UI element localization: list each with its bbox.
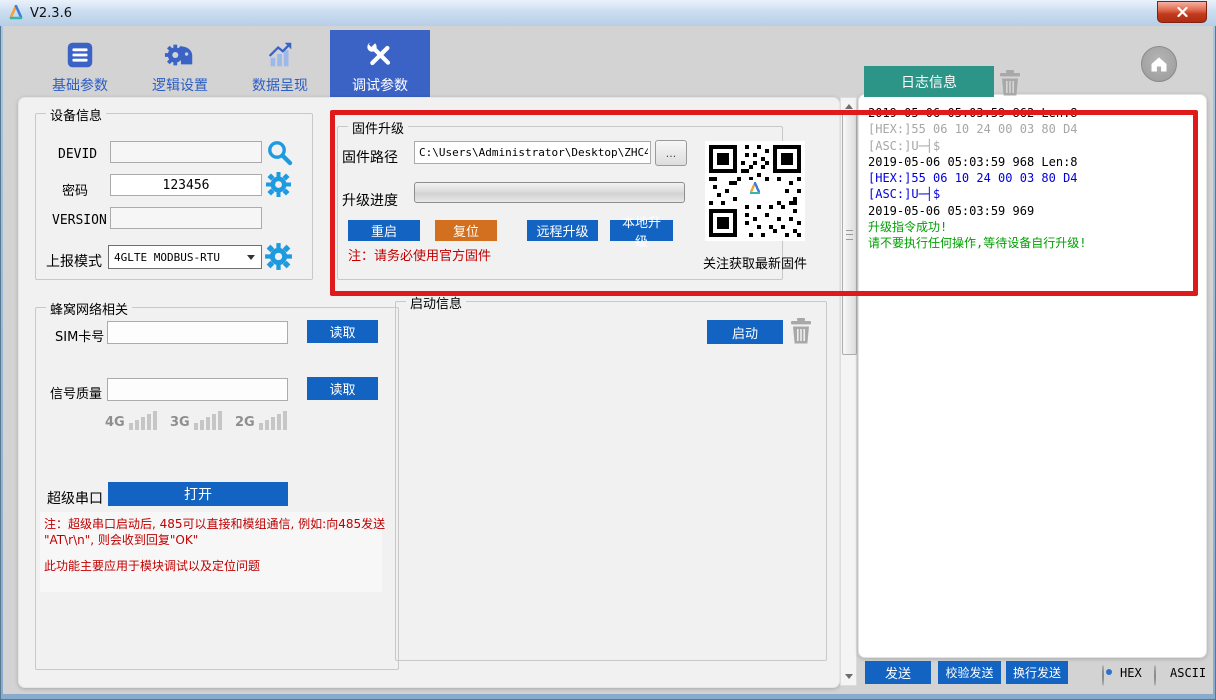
band-label: 2G: [235, 415, 255, 430]
qr-code: [705, 141, 805, 241]
gear-icon[interactable]: [264, 242, 293, 271]
gear-icon[interactable]: [265, 171, 292, 198]
firmware-note: 注：请务必使用官方固件: [348, 249, 491, 265]
signal-band-3g: 3G: [170, 410, 222, 430]
checksum-send-button[interactable]: 校验发送: [938, 661, 1001, 684]
scroll-down-arrow-icon[interactable]: [845, 674, 853, 679]
hex-radio[interactable]: [1102, 665, 1104, 686]
signal-band-4g: 4G: [105, 410, 157, 430]
home-icon: [1149, 54, 1169, 74]
report-mode-select[interactable]: 4GLTE MODBUS-RTU: [108, 245, 262, 269]
log-line: [HEX:]55 06 10 24 00 03 80 D4: [868, 170, 1193, 186]
tab-label: 数据呈现: [252, 75, 308, 95]
tab-basic-params[interactable]: 基础参数: [30, 30, 130, 99]
qr-caption: 关注获取最新固件: [703, 253, 807, 272]
remote-upgrade-button[interactable]: 远程升级: [527, 220, 598, 241]
log-line: 2019-05-06 05:03:59 968 Len:8: [868, 154, 1193, 170]
band-label: 4G: [105, 415, 125, 430]
sim-label: SIM卡号: [55, 326, 104, 345]
tab-label: 逻辑设置: [152, 75, 208, 95]
cellular-title: 蜂窝网络相关: [46, 299, 132, 318]
signal-band-2g: 2G: [235, 410, 287, 430]
start-button[interactable]: 启动: [707, 320, 783, 344]
signal-bars-icon: [194, 410, 222, 430]
tab-debug-params[interactable]: 调试参数: [330, 30, 430, 99]
upgrade-progress-label: 升级进度: [342, 190, 398, 210]
device-info-title: 设备信息: [46, 105, 106, 124]
log-line: 升级指令成功!: [868, 219, 1193, 235]
reset-button[interactable]: 复位: [435, 220, 497, 241]
tab-label: 调试参数: [352, 75, 408, 95]
tab-logic-settings[interactable]: 逻辑设置: [130, 30, 230, 99]
log-output[interactable]: 2019-05-06 05:03:59 862 Len:8 [HEX:]55 0…: [868, 105, 1193, 252]
hex-radio-label: HEX: [1120, 666, 1142, 680]
read-sim-button[interactable]: 读取: [307, 320, 378, 343]
tools-icon: [364, 37, 396, 73]
chart-icon: [264, 37, 296, 73]
log-info-button[interactable]: 日志信息: [864, 66, 994, 97]
log-line: 请不要执行任何操作,等待设备自行升级!: [868, 235, 1193, 251]
restart-button[interactable]: 重启: [348, 220, 420, 241]
serial-note-line1: 注：超级串口启动后, 485可以直接和模组通信, 例如:向485发送: [44, 516, 385, 532]
read-signal-button[interactable]: 读取: [307, 377, 378, 400]
band-label: 3G: [170, 415, 190, 430]
tab-label: 基础参数: [52, 75, 108, 95]
search-icon[interactable]: [265, 138, 294, 167]
devid-field[interactable]: [110, 141, 262, 163]
sim-field[interactable]: [107, 321, 288, 344]
home-button[interactable]: [1141, 46, 1177, 82]
serial-note-line3: 此功能主要应用于模块调试以及定位问题: [44, 558, 260, 574]
serial-note-line2: "AT\r\n", 则会收到回复"OK": [44, 532, 198, 548]
password-field[interactable]: [110, 174, 262, 196]
scrollbar-thumb[interactable]: [842, 113, 857, 355]
ascii-radio[interactable]: [1154, 665, 1156, 686]
close-button[interactable]: [1157, 1, 1207, 23]
scroll-up-arrow-icon[interactable]: [845, 104, 853, 109]
startup-title: 启动信息: [406, 293, 466, 312]
signal-quality-label: 信号质量: [50, 383, 102, 402]
scrollbar-grip: [846, 230, 853, 240]
app-logo-icon: [8, 5, 24, 21]
chevron-down-icon: [247, 255, 255, 260]
signal-bars-icon: [129, 410, 157, 430]
trash-icon[interactable]: [999, 70, 1021, 96]
content-scrollbar[interactable]: [840, 97, 857, 686]
trash-icon[interactable]: [790, 318, 812, 344]
gear-head-icon: [164, 37, 196, 73]
devid-label: DEVID: [58, 147, 97, 162]
version-label: VERSION: [52, 213, 107, 228]
upgrade-progress-bar: [414, 182, 685, 203]
close-icon: [1177, 7, 1188, 17]
send-button[interactable]: 发送: [865, 661, 931, 684]
super-serial-label: 超级串口: [47, 488, 103, 508]
tab-data-display[interactable]: 数据呈现: [230, 30, 330, 99]
signal-quality-field[interactable]: [107, 378, 288, 401]
list-icon: [64, 37, 96, 73]
title-bar: V2.3.6: [0, 0, 1216, 26]
firmware-title: 固件升级: [348, 118, 408, 137]
firmware-path-label: 固件路径: [342, 147, 398, 167]
version-field[interactable]: [110, 207, 262, 229]
log-line: [HEX:]55 06 10 24 00 03 80 D4: [868, 121, 1193, 137]
browse-button[interactable]: ...: [655, 140, 687, 166]
log-line: 2019-05-06 05:03:59 969: [868, 203, 1193, 219]
ascii-radio-label: ASCII: [1170, 666, 1206, 680]
window-title: V2.3.6: [30, 6, 72, 21]
log-line: [ASC:]U─┤$: [868, 186, 1193, 202]
open-serial-button[interactable]: 打开: [108, 482, 288, 506]
log-line: 2019-05-06 05:03:59 862 Len:8: [868, 105, 1193, 121]
report-mode-label: 上报模式: [46, 251, 102, 271]
report-mode-value: 4GLTE MODBUS-RTU: [109, 251, 220, 264]
local-upgrade-button[interactable]: 本地升级: [610, 220, 673, 241]
log-line: [ASC:]U─┤$: [868, 138, 1193, 154]
qr-pattern-icon: [709, 145, 801, 237]
password-label: 密码: [62, 180, 88, 199]
startup-info-group: 启动信息: [395, 301, 827, 661]
firmware-path-field[interactable]: [414, 141, 651, 164]
app-window: { "window": { "title": "V2.3.6" }, "tabs…: [0, 0, 1216, 700]
signal-bars-icon: [259, 410, 287, 430]
newline-send-button[interactable]: 换行发送: [1006, 661, 1068, 684]
